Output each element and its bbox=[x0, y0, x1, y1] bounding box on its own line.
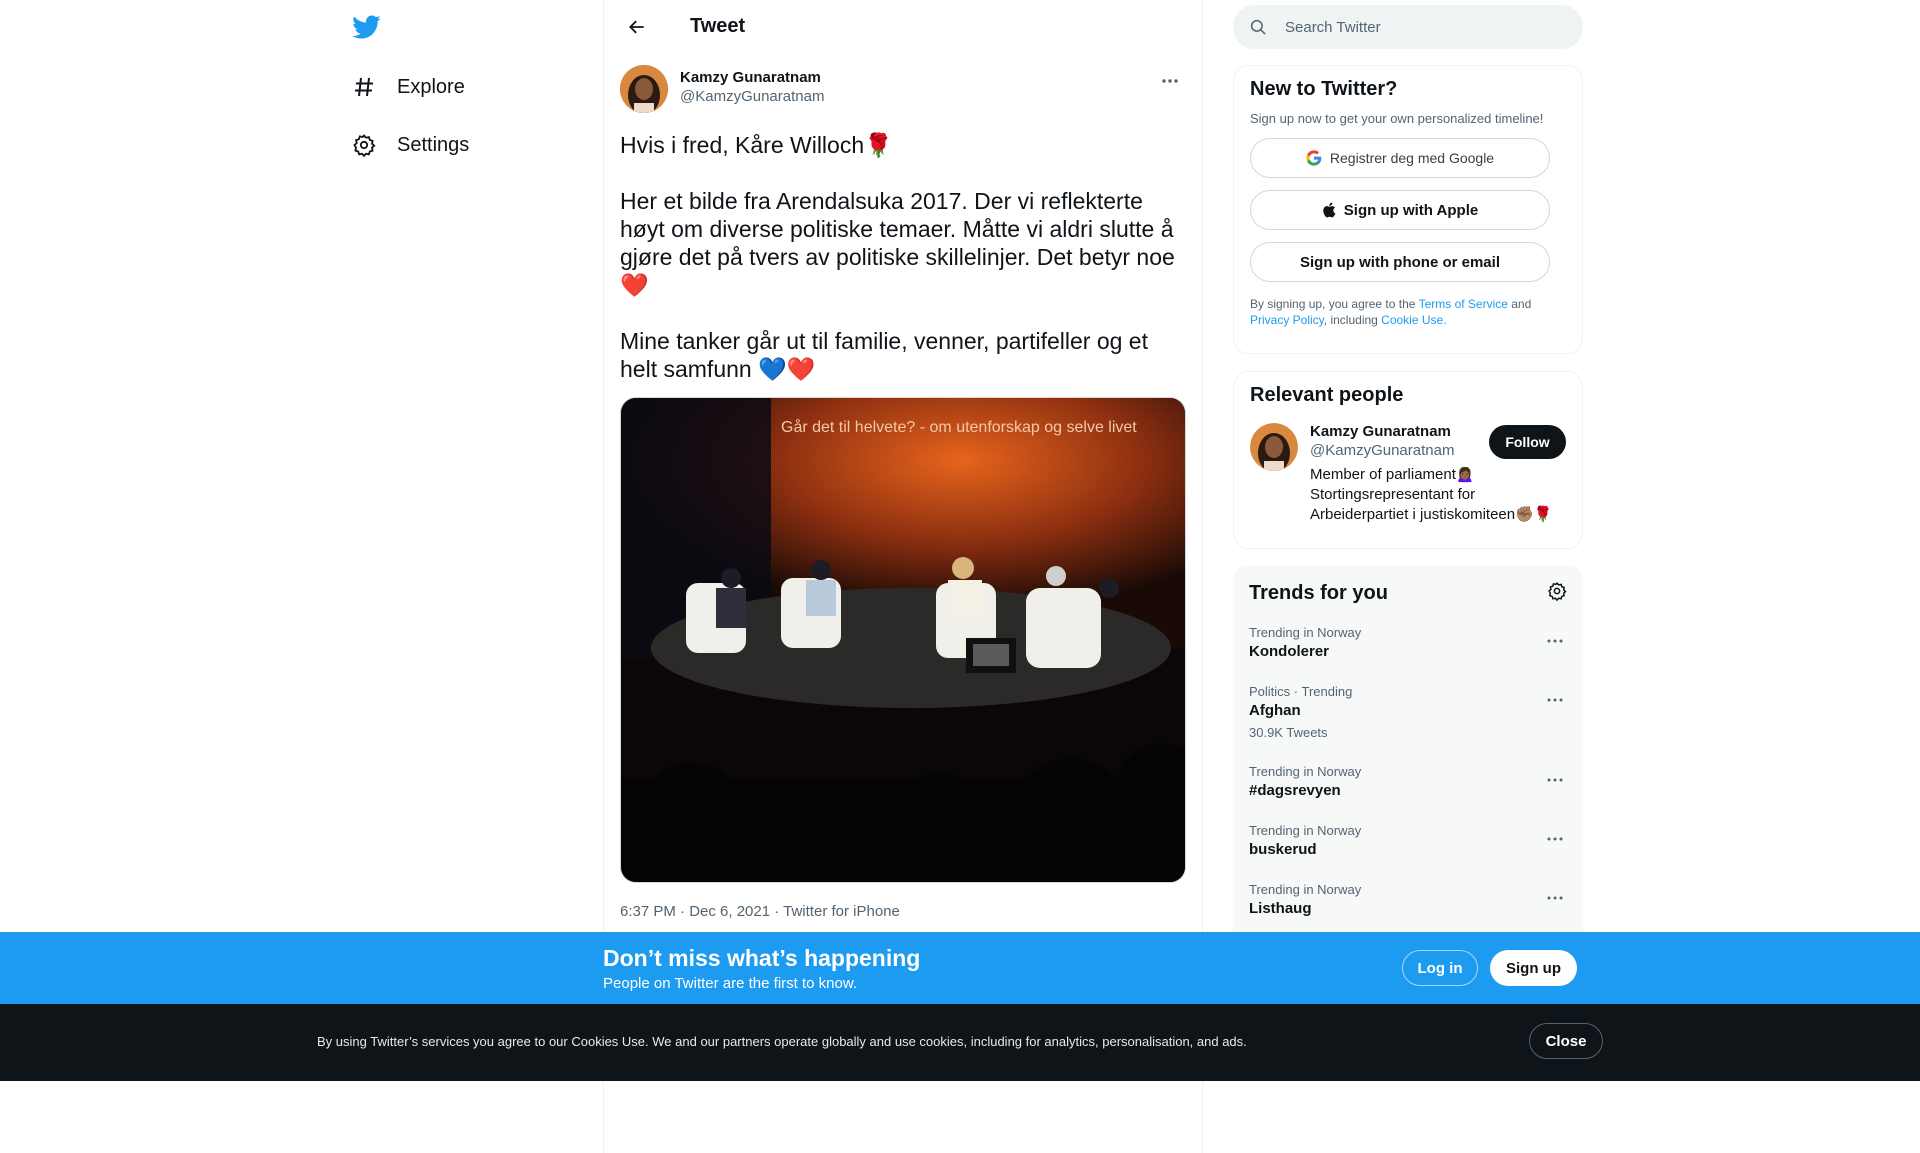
trend-more-button[interactable] bbox=[1543, 770, 1567, 790]
more-dots-icon bbox=[1162, 79, 1178, 83]
nav-label-settings: Settings bbox=[397, 133, 470, 156]
tweet-more-button[interactable] bbox=[1154, 69, 1186, 93]
trend-context: Trending in Norway bbox=[1249, 823, 1362, 838]
banner-title: Don’t miss what’s happening bbox=[603, 945, 921, 971]
hashtag-icon bbox=[351, 74, 377, 100]
trend-name: #dagsrevyen bbox=[1249, 782, 1341, 799]
trend-item[interactable]: Politics · Trending Afghan 30.9K Tweets bbox=[1233, 672, 1583, 752]
signup-legal-text: By signing up, you agree to the Terms of… bbox=[1250, 296, 1566, 328]
relevant-people-card: Relevant people Kamzy Gunaratnam @KamzyG… bbox=[1233, 371, 1583, 549]
trend-more-button[interactable] bbox=[1543, 631, 1567, 651]
tweet-author: Kamzy Gunaratnam @KamzyGunaratnam bbox=[620, 65, 1186, 121]
cookie-use-link[interactable]: Cookie Use. bbox=[1381, 313, 1446, 327]
gear-icon bbox=[351, 132, 377, 158]
nav-item-explore[interactable]: Explore bbox=[351, 63, 465, 111]
banner-subtitle: People on Twitter are the first to know. bbox=[603, 975, 858, 992]
trend-name: buskerud bbox=[1249, 841, 1317, 858]
signup-banner: Don’t miss what’s happening People on Tw… bbox=[0, 932, 1920, 1004]
trends-settings-button[interactable] bbox=[1547, 581, 1567, 606]
tweet-photo[interactable]: Går det til helvete? - om utenforskap og… bbox=[620, 397, 1186, 883]
more-dots-icon bbox=[1547, 778, 1563, 782]
legal-and: and bbox=[1507, 297, 1532, 311]
trend-count: 30.9K Tweets bbox=[1249, 725, 1328, 740]
search-box[interactable] bbox=[1233, 5, 1583, 49]
more-dots-icon bbox=[1547, 698, 1563, 702]
cookie-consent-bar: By using Twitter’s services you agree to… bbox=[0, 1004, 1920, 1081]
photo-caption-text: Går det til helvete? - om utenforskap og… bbox=[781, 418, 1137, 436]
apple-signup-button[interactable]: Sign up with Apple bbox=[1250, 190, 1550, 230]
nav-label-explore: Explore bbox=[397, 75, 465, 98]
login-button[interactable]: Log in bbox=[1402, 950, 1478, 986]
cookie-consent-text: By using Twitter’s services you agree to… bbox=[317, 1034, 1247, 1049]
twitter-logo-icon[interactable] bbox=[351, 12, 387, 44]
trend-more-button[interactable] bbox=[1543, 829, 1567, 849]
new-to-twitter-card: New to Twitter? Sign up now to get your … bbox=[1233, 65, 1583, 354]
more-dots-icon bbox=[1547, 896, 1563, 900]
privacy-policy-link[interactable]: Privacy Policy bbox=[1250, 313, 1324, 327]
trend-item[interactable]: Trending in Norway Listhaug bbox=[1233, 870, 1583, 929]
tweet-header: Tweet bbox=[604, 0, 1202, 53]
apple-icon bbox=[1322, 202, 1336, 218]
trends-card: Trends for you Trending in Norway Kondol… bbox=[1233, 565, 1583, 945]
more-dots-icon bbox=[1547, 837, 1563, 841]
trend-name: Listhaug bbox=[1249, 900, 1312, 917]
google-signup-label: Registrer deg med Google bbox=[1329, 150, 1495, 166]
person-name[interactable]: Kamzy Gunaratnam bbox=[1310, 423, 1510, 440]
author-name[interactable]: Kamzy Gunaratnam bbox=[680, 69, 824, 86]
nav-item-settings[interactable]: Settings bbox=[351, 121, 469, 169]
gear-icon bbox=[1548, 581, 1567, 601]
search-icon bbox=[1250, 19, 1266, 35]
trend-item[interactable]: Trending in Norway buskerud bbox=[1233, 811, 1583, 870]
trend-context: Trending in Norway bbox=[1249, 625, 1362, 640]
trend-item[interactable]: Trending in Norway #dagsrevyen bbox=[1233, 752, 1583, 811]
trend-more-button[interactable] bbox=[1543, 690, 1567, 710]
more-dots-icon bbox=[1547, 639, 1563, 643]
follow-button[interactable]: Follow bbox=[1489, 425, 1566, 459]
tweet-text: Hvis i fred, Kåre Willoch🌹 Her et bilde … bbox=[620, 132, 1175, 382]
relevant-people-title: Relevant people bbox=[1250, 384, 1404, 406]
author-handle[interactable]: @KamzyGunaratnam bbox=[680, 88, 824, 105]
signup-card-title: New to Twitter? bbox=[1250, 78, 1398, 100]
apple-signup-label: Sign up with Apple bbox=[1343, 201, 1479, 219]
person-handle[interactable]: @KamzyGunaratnam bbox=[1310, 442, 1510, 459]
legal-prefix: By signing up, you agree to the bbox=[1250, 297, 1419, 311]
google-signup-button[interactable]: Registrer deg med Google bbox=[1250, 138, 1550, 178]
author-avatar[interactable] bbox=[620, 65, 668, 113]
relevant-person[interactable]: Kamzy Gunaratnam @KamzyGunaratnam Member… bbox=[1250, 423, 1566, 525]
trend-more-button[interactable] bbox=[1543, 888, 1567, 908]
signup-card-subtitle: Sign up now to get your own personalized… bbox=[1250, 111, 1544, 126]
trends-title: Trends for you bbox=[1249, 581, 1388, 604]
trend-name: Kondolerer bbox=[1249, 643, 1330, 660]
trend-name: Afghan bbox=[1249, 702, 1301, 719]
arrow-left-icon bbox=[629, 20, 644, 33]
page-title: Tweet bbox=[690, 15, 746, 37]
search-input[interactable] bbox=[1285, 18, 1545, 36]
terms-of-service-link[interactable]: Terms of Service bbox=[1419, 297, 1508, 311]
trend-context: Trending in Norway bbox=[1249, 882, 1362, 897]
phone-email-signup-button[interactable]: Sign up with phone or email bbox=[1250, 242, 1550, 282]
google-icon bbox=[1306, 150, 1322, 166]
person-avatar[interactable] bbox=[1250, 423, 1298, 471]
trend-context: Politics · Trending bbox=[1249, 684, 1353, 699]
phone-email-signup-label: Sign up with phone or email bbox=[1299, 253, 1500, 271]
cookie-close-button[interactable]: Close bbox=[1529, 1023, 1603, 1059]
trend-context: Trending in Norway bbox=[1249, 764, 1362, 779]
person-bio: Member of parliament🙍🏾‍♀️ Stortingsrepre… bbox=[1310, 466, 1553, 523]
trend-item[interactable]: Trending in Norway Kondolerer bbox=[1233, 613, 1583, 672]
back-button[interactable] bbox=[620, 10, 654, 44]
tweet-timestamp[interactable]: 6:37 PM · Dec 6, 2021 · Twitter for iPho… bbox=[620, 903, 1186, 920]
legal-including: , including bbox=[1323, 313, 1382, 327]
signup-button[interactable]: Sign up bbox=[1490, 950, 1577, 986]
